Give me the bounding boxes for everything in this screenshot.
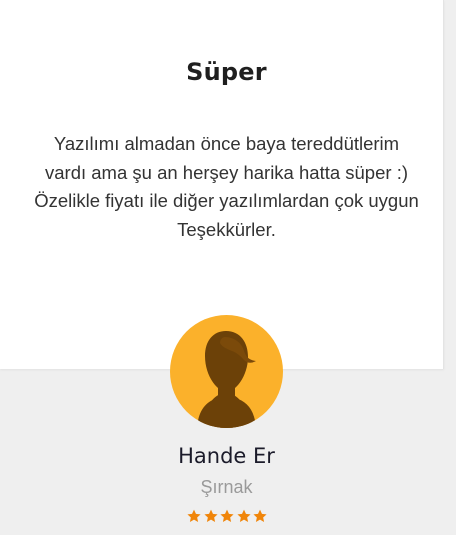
review-text-line: Yazılımı almadan önce baya tereddütlerim — [53, 133, 400, 154]
review-text-line: vardı ama şu an herşey harika hatta süpe… — [45, 161, 408, 183]
reviewer-city: Şırnak — [200, 477, 253, 497]
review-text: Yazılımı almadan önce baya tereddütlerim… — [0, 130, 453, 244]
user-silhouette-icon — [193, 331, 260, 428]
star-icon — [236, 509, 251, 522]
review-card: Süper Yazılımı almadan önce baya tereddü… — [0, 0, 444, 369]
review-title: Süper — [186, 58, 267, 86]
star-icon — [220, 509, 234, 522]
star-icon — [187, 509, 201, 522]
rating-stars — [186, 507, 268, 525]
star-icon — [203, 509, 218, 522]
review-text-line: Özelikle fiyatı ile diğer yazılımlardan … — [34, 190, 419, 211]
reviewer-name: Hande Er — [178, 444, 275, 468]
testimonial-page: Süper Yazılımı almadan önce baya tereddü… — [0, 0, 456, 535]
avatar — [170, 315, 283, 428]
review-text-line: Teşekkürler. — [177, 218, 276, 240]
star-icon — [253, 509, 267, 522]
